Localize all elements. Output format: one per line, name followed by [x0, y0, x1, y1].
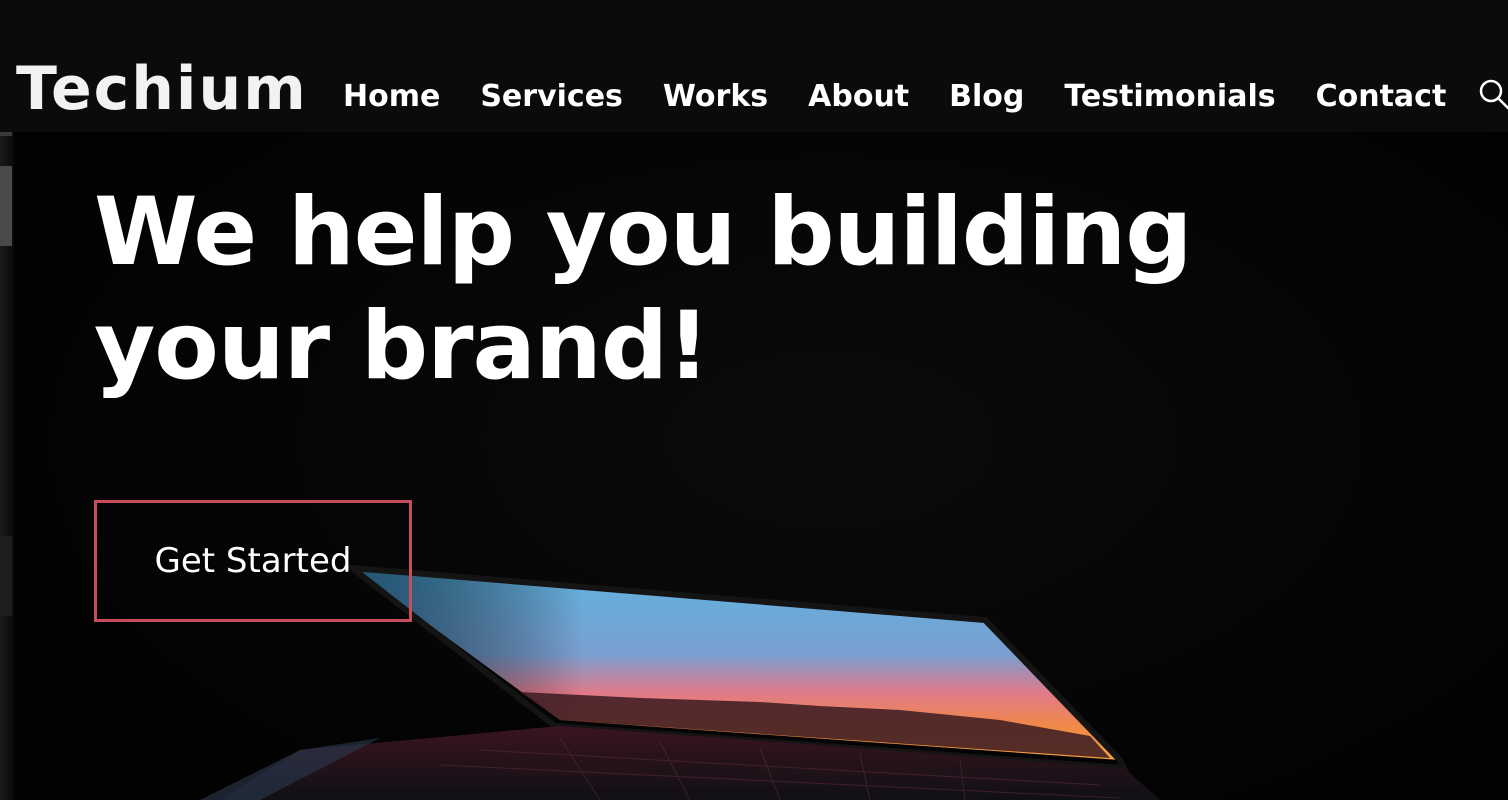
brand-logo[interactable]: Techium: [16, 56, 308, 122]
nav-item-works[interactable]: Works: [663, 74, 768, 120]
page: Techium Home Services Works About Blog T…: [0, 0, 1508, 800]
get-started-button[interactable]: Get Started: [94, 500, 412, 622]
main-nav: Home Services Works About Blog Testimoni…: [343, 74, 1486, 120]
top-navigation-bar: Techium Home Services Works About Blog T…: [0, 0, 1508, 132]
nav-item-contact[interactable]: Contact: [1316, 74, 1447, 120]
nav-item-about[interactable]: About: [808, 74, 909, 120]
search-icon[interactable]: [1478, 78, 1508, 110]
nav-item-home[interactable]: Home: [343, 74, 440, 120]
nav-item-services[interactable]: Services: [480, 74, 623, 120]
nav-item-blog[interactable]: Blog: [949, 74, 1024, 120]
hero-title: We help you building your brand!: [94, 178, 1193, 401]
nav-item-testimonials[interactable]: Testimonials: [1064, 74, 1275, 120]
